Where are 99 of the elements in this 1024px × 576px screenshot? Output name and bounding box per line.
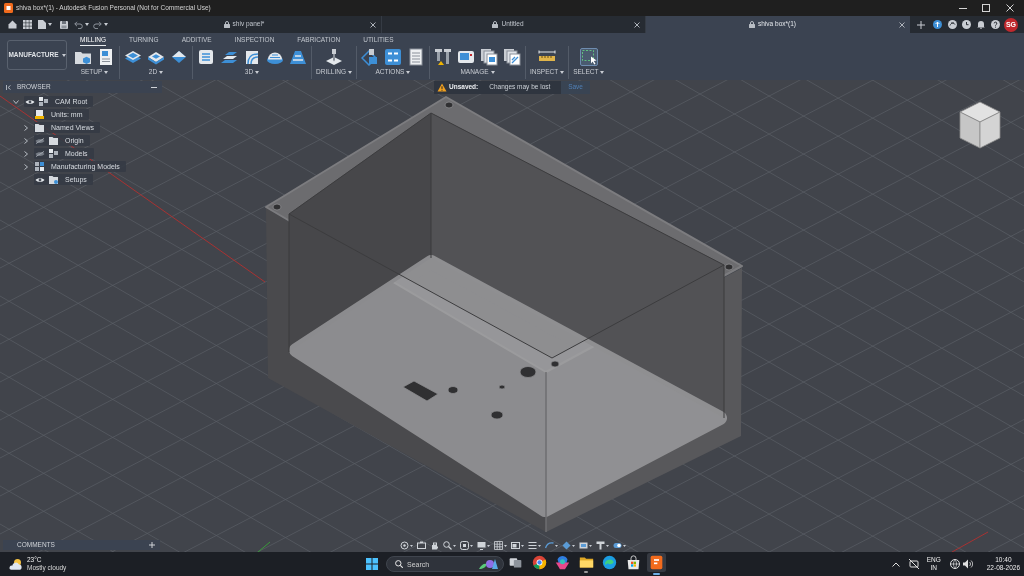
diamond-plate-icon[interactable]: [170, 48, 188, 66]
screen-icon[interactable]: [579, 540, 592, 550]
hand-icon[interactable]: [430, 540, 439, 550]
plus-icon[interactable]: [149, 542, 155, 548]
upload-icon[interactable]: [933, 20, 942, 29]
toggle-icon[interactable]: [613, 540, 626, 550]
app-icon: [4, 3, 13, 13]
tools-icon[interactable]: [434, 48, 452, 66]
caret-icon[interactable]: [406, 71, 411, 74]
redo-icon[interactable]: [93, 20, 102, 29]
caret-icon[interactable]: [104, 23, 108, 26]
save-icon[interactable]: [60, 20, 68, 29]
minimize-icon[interactable]: [151, 86, 157, 88]
caret-icon[interactable]: [48, 23, 52, 26]
file-icon[interactable]: [38, 20, 46, 29]
browser-icon[interactable]: [531, 555, 547, 570]
copies-icon[interactable]: [503, 48, 521, 66]
speaker-icon[interactable]: [962, 559, 973, 569]
collapse-icon[interactable]: [6, 84, 11, 90]
frame-icon[interactable]: [460, 540, 473, 550]
machine-icon[interactable]: [457, 48, 475, 66]
code-tile-icon[interactable]: [384, 48, 402, 66]
caret-icon[interactable]: [159, 71, 164, 74]
monitor-icon[interactable]: [477, 540, 490, 550]
camera-icon[interactable]: [417, 540, 426, 550]
chevron-icon[interactable]: [23, 137, 29, 144]
globe-icon[interactable]: [949, 559, 960, 569]
caret-icon[interactable]: [104, 71, 109, 74]
curved-block-icon[interactable]: [243, 48, 261, 66]
eye-icon[interactable]: [35, 150, 45, 157]
search-icon: [395, 560, 403, 568]
caret-icon[interactable]: [560, 71, 565, 74]
caret-icon[interactable]: [61, 53, 66, 57]
hammer-icon[interactable]: [596, 540, 609, 550]
selection-icon[interactable]: [579, 48, 598, 66]
caret-icon[interactable]: [348, 71, 352, 74]
store-bag-icon[interactable]: [625, 555, 641, 570]
apps-grid-icon[interactable]: [23, 20, 32, 29]
caret-icon[interactable]: [490, 71, 495, 74]
window-icon[interactable]: [511, 540, 524, 550]
caret-icon[interactable]: [600, 71, 605, 74]
lines-icon[interactable]: [528, 540, 541, 550]
chevron-icon[interactable]: [13, 98, 19, 105]
caret-icon[interactable]: [85, 23, 89, 26]
sheet-icon[interactable]: [97, 48, 115, 66]
caret-icon[interactable]: [255, 71, 260, 74]
chevron-icon[interactable]: [23, 124, 29, 131]
slashed-screen-icon[interactable]: [908, 559, 919, 569]
blocks-icon: [49, 149, 58, 158]
windows-stack-icon[interactable]: [508, 555, 524, 570]
close-icon[interactable]: [634, 21, 640, 28]
y-axis-line: [257, 541, 271, 552]
home-icon[interactable]: [8, 20, 17, 29]
undo-icon[interactable]: [74, 20, 83, 29]
swirl-icon[interactable]: [948, 20, 957, 29]
eye-icon[interactable]: [25, 98, 35, 105]
app-tile-icon[interactable]: [647, 553, 667, 572]
folder-icon[interactable]: [578, 555, 594, 570]
orbit-icon[interactable]: [400, 540, 413, 550]
help-icon[interactable]: [991, 20, 1000, 29]
lock-icon: [749, 21, 756, 28]
plus-icon[interactable]: [917, 20, 925, 29]
search-highlight-icon: [478, 558, 498, 570]
chevron-icon[interactable]: [23, 150, 29, 157]
probe-icon[interactable]: [361, 48, 379, 66]
minimize-icon[interactable]: [959, 7, 967, 9]
office-apps-icon[interactable]: [555, 555, 571, 570]
cone-icon[interactable]: [289, 48, 307, 66]
warning-icon: [437, 83, 447, 92]
layers-icon[interactable]: [124, 48, 142, 66]
x-axis-line: [951, 531, 989, 552]
close-icon[interactable]: [1006, 4, 1014, 12]
pages-icon[interactable]: [480, 48, 498, 66]
lock-icon: [223, 21, 230, 28]
close-icon[interactable]: [370, 21, 376, 28]
start-icon[interactable]: [366, 558, 378, 570]
maximize-icon[interactable]: [982, 4, 990, 12]
list-icon[interactable]: [407, 48, 425, 66]
magnifier-icon[interactable]: [443, 540, 456, 550]
lock-icon: [492, 21, 499, 28]
grid-icon[interactable]: [494, 540, 507, 550]
eye-icon[interactable]: [35, 176, 45, 183]
units-icon: [35, 110, 44, 119]
close-icon[interactable]: [899, 21, 905, 28]
clock-icon[interactable]: [962, 20, 971, 29]
model-blocks-icon: [35, 162, 44, 171]
curve-icon[interactable]: [545, 540, 558, 550]
view-cube-icon[interactable]: [959, 101, 1001, 149]
folder-badge-icon: [49, 175, 58, 184]
chevron-icon[interactable]: [23, 163, 29, 170]
weather-icon[interactable]: [8, 558, 22, 570]
block-icon[interactable]: [197, 48, 215, 66]
diamond-icon[interactable]: [562, 540, 575, 550]
blocks-icon: [39, 97, 48, 106]
bell-icon[interactable]: [977, 20, 985, 29]
swirl-icon[interactable]: [602, 555, 618, 570]
chevron-up-icon[interactable]: [891, 561, 900, 567]
eye-icon[interactable]: [35, 137, 45, 144]
drill-icon[interactable]: [325, 48, 343, 66]
